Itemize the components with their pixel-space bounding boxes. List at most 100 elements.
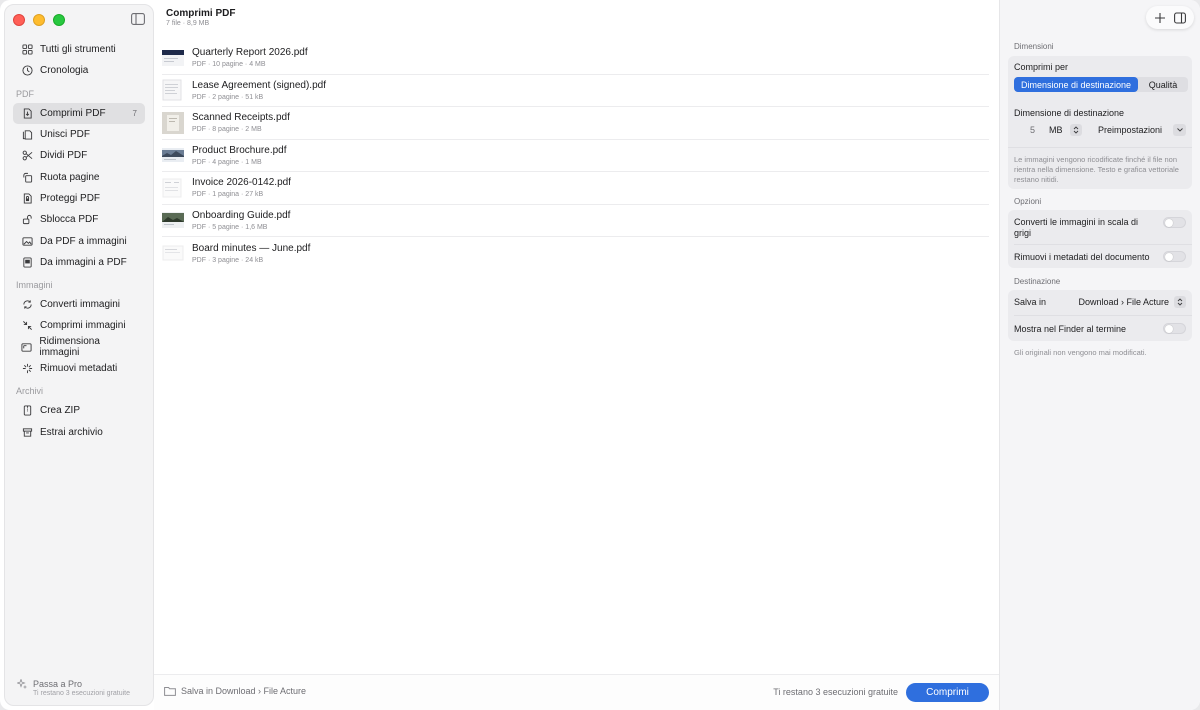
sidebar-item-remove-metadata[interactable]: Rimuovi metadati bbox=[13, 358, 145, 379]
inspector-panel: Dimensioni Comprimi per Dimensione di de… bbox=[999, 0, 1200, 710]
save-in-label: Salva in bbox=[1014, 297, 1047, 307]
options-card: Converti le immagini in scala di grigi R… bbox=[1008, 210, 1192, 268]
sidebar-item-extract-archive[interactable]: Estrai archivio bbox=[13, 421, 145, 442]
sidebar-item-rotate-pages[interactable]: Ruota pagine bbox=[13, 166, 145, 187]
sidebar-item-label: Comprimi PDF bbox=[40, 107, 106, 119]
page-subtitle: 7 file · 8,9 MB bbox=[166, 20, 210, 27]
sidebar-item-label: Ridimensiona immagini bbox=[39, 336, 100, 359]
sidebar-nav: Tutti gli strumenti Cronologia PDF Compr… bbox=[13, 39, 145, 443]
sidebar-group-title: Immagini bbox=[16, 279, 53, 290]
sidebar-toggle-icon[interactable] bbox=[131, 13, 145, 25]
unit-stepper[interactable] bbox=[1070, 124, 1082, 136]
sidebar-item-pdf-to-images[interactable]: Da PDF a immagini bbox=[13, 230, 145, 251]
sidebar-item-convert-images[interactable]: Converti immagini bbox=[13, 294, 145, 315]
presets-dropdown[interactable] bbox=[1173, 124, 1186, 136]
upgrade-sublabel: Ti restano 3 esecuzioni gratuite bbox=[33, 690, 131, 697]
sidebar-item-label: Ruota pagine bbox=[40, 171, 100, 183]
grid-icon bbox=[21, 44, 33, 56]
grayscale-toggle[interactable] bbox=[1163, 217, 1186, 228]
convert-icon bbox=[21, 299, 33, 311]
file-meta: PDF · 4 pagine · 1 MB bbox=[192, 158, 262, 166]
lock-doc-icon bbox=[21, 192, 33, 204]
save-in-picker[interactable]: Download › File Acture bbox=[1078, 296, 1186, 308]
sidebar-item-compress-pdf[interactable]: Comprimi PDF 7 bbox=[13, 102, 145, 124]
file-list: Quarterly Report 2026.pdf PDF · 10 pagin… bbox=[162, 42, 989, 270]
section-title-dimensions: Dimensioni bbox=[1014, 42, 1054, 51]
divider bbox=[1008, 147, 1192, 148]
sparkle-off-icon bbox=[21, 363, 33, 375]
sidebar-group-title: PDF bbox=[16, 88, 34, 99]
count-badge: 7 bbox=[132, 108, 137, 118]
document-thumbnail bbox=[162, 242, 184, 264]
save-in-stepper[interactable] bbox=[1174, 296, 1186, 308]
photo-thumbnail bbox=[162, 209, 184, 231]
close-window-button[interactable] bbox=[13, 14, 25, 26]
report-thumbnail bbox=[162, 47, 184, 69]
file-name: Scanned Receipts.pdf bbox=[192, 112, 290, 124]
compress-button[interactable]: Comprimi bbox=[906, 683, 989, 702]
file-row[interactable]: Board minutes — June.pdf PDF · 3 pagine … bbox=[162, 237, 989, 270]
file-row[interactable]: Lease Agreement (signed).pdf PDF · 2 pag… bbox=[162, 75, 989, 107]
zip-icon bbox=[21, 405, 33, 417]
sidebar-item-label: Dividi PDF bbox=[40, 150, 88, 162]
sidebar-item-label: Tutti gli strumenti bbox=[40, 44, 116, 56]
file-row[interactable]: Onboarding Guide.pdf PDF · 5 pagine · 1,… bbox=[162, 205, 989, 237]
sidebar-item-compress-images[interactable]: Comprimi immagini bbox=[13, 315, 145, 336]
sidebar-item-split-pdf[interactable]: Dividi PDF bbox=[13, 145, 145, 166]
action-bar: Salva in Download › File Acture Ti resta… bbox=[154, 674, 999, 710]
section-title-options: Opzioni bbox=[1014, 197, 1042, 206]
main-content: Comprimi PDF 7 file · 8,9 MB Quarterly R… bbox=[154, 0, 999, 710]
show-in-finder-label: Mostra nel Finder al termine bbox=[1014, 324, 1127, 334]
divider bbox=[1014, 244, 1192, 245]
sidebar-item-all-tools[interactable]: Tutti gli strumenti bbox=[13, 39, 145, 60]
upgrade-label: Passa a Pro bbox=[33, 679, 83, 689]
image-icon bbox=[21, 235, 33, 247]
sidebar-item-merge-pdf[interactable]: Unisci PDF bbox=[13, 124, 145, 145]
target-size-input[interactable]: 5 bbox=[1030, 125, 1035, 135]
sidebar-item-label: Sblocca PDF bbox=[40, 214, 99, 226]
upgrade-to-pro[interactable]: Passa a Pro Ti restano 3 esecuzioni grat… bbox=[17, 679, 130, 697]
sidebar-item-label: Unisci PDF bbox=[40, 129, 91, 141]
sparkle-icon bbox=[17, 679, 27, 689]
divider bbox=[1014, 315, 1192, 316]
file-meta: PDF · 5 pagine · 1,6 MB bbox=[192, 223, 268, 231]
minimize-window-button[interactable] bbox=[33, 14, 45, 26]
main-header: Comprimi PDF 7 file · 8,9 MB bbox=[166, 8, 235, 27]
sidebar-item-history[interactable]: Cronologia bbox=[13, 60, 145, 81]
grayscale-label: Converti le immagini in scala di grigi bbox=[1014, 217, 1139, 238]
sidebar-item-unlock-pdf[interactable]: Sblocca PDF bbox=[13, 209, 145, 230]
file-name: Onboarding Guide.pdf bbox=[192, 209, 291, 221]
presets-label[interactable]: Preimpostazioni bbox=[1098, 125, 1162, 135]
sidebar-item-label: Da immagini a PDF bbox=[40, 256, 127, 268]
file-row[interactable]: Invoice 2026-0142.pdf PDF · 1 pagina · 2… bbox=[162, 172, 989, 205]
clock-icon bbox=[21, 65, 33, 77]
destination-link[interactable]: Salva in Download › File Acture bbox=[164, 686, 306, 696]
sidebar-item-label: Crea ZIP bbox=[40, 405, 81, 417]
document-thumbnail bbox=[162, 79, 184, 101]
window-controls bbox=[13, 14, 65, 26]
file-row[interactable]: Product Brochure.pdf PDF · 4 pagine · 1 … bbox=[162, 140, 989, 172]
sidebar-item-resize-images[interactable]: Ridimensiona immagini bbox=[13, 336, 145, 359]
sidebar: Tutti gli strumenti Cronologia PDF Compr… bbox=[4, 4, 154, 706]
resize-icon bbox=[21, 341, 32, 353]
file-row[interactable]: Scanned Receipts.pdf PDF · 8 pagine · 2 … bbox=[162, 107, 989, 140]
sidebar-item-label: Da PDF a immagini bbox=[40, 235, 127, 247]
add-icon[interactable] bbox=[1154, 12, 1166, 24]
folder-icon bbox=[164, 687, 176, 696]
sidebar-item-protect-pdf[interactable]: Proteggi PDF bbox=[13, 188, 145, 209]
sidebar-item-images-to-pdf[interactable]: Da immagini a PDF bbox=[13, 252, 145, 273]
show-in-finder-toggle[interactable] bbox=[1163, 323, 1186, 334]
remaining-runs-label: Ti restano 3 esecuzioni gratuite bbox=[773, 687, 898, 697]
sidebar-item-create-zip[interactable]: Crea ZIP bbox=[13, 400, 145, 421]
strip-metadata-toggle[interactable] bbox=[1163, 251, 1186, 262]
segment-target-size[interactable]: Dimensione di destinazione bbox=[1014, 77, 1138, 92]
chevron-up-down-icon bbox=[1177, 298, 1183, 306]
photo-thumbnail bbox=[162, 144, 184, 166]
unlock-icon bbox=[21, 214, 33, 226]
file-name: Lease Agreement (signed).pdf bbox=[192, 79, 326, 91]
inspector-toggle-icon[interactable] bbox=[1174, 11, 1186, 24]
segment-quality[interactable]: Qualità bbox=[1138, 77, 1188, 92]
zoom-window-button[interactable] bbox=[53, 14, 65, 26]
compression-note: Le immagini vengono ricodificate finché … bbox=[1014, 155, 1179, 184]
file-row[interactable]: Quarterly Report 2026.pdf PDF · 10 pagin… bbox=[162, 42, 989, 75]
